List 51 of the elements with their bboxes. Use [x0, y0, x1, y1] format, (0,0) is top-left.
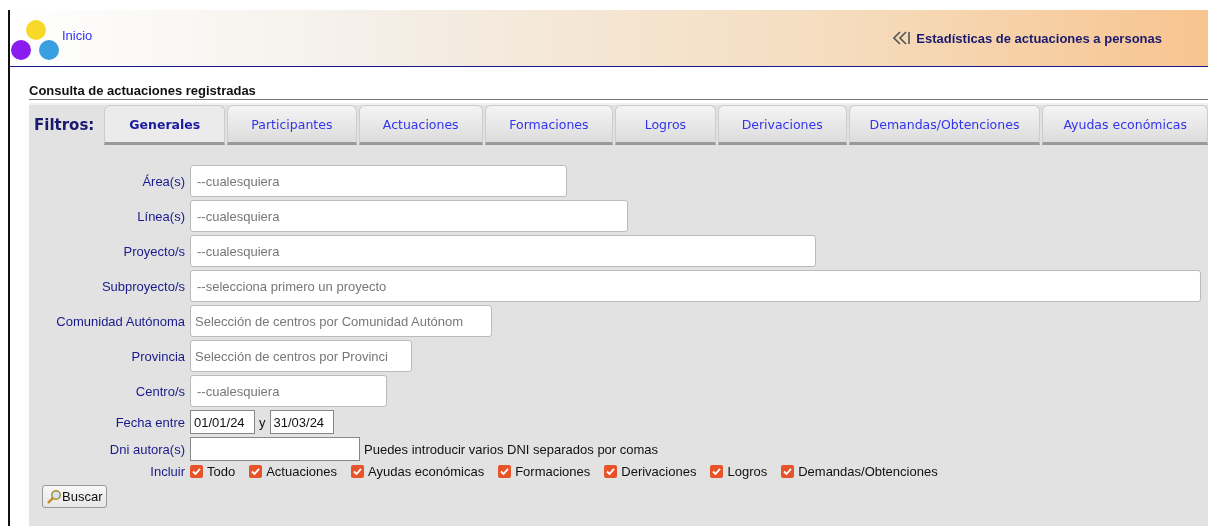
checkbox[interactable] — [190, 465, 203, 478]
checkbox-label: Ayudas económicas — [368, 464, 485, 479]
filter-tab[interactable]: Demandas/Obtenciones — [848, 105, 1041, 145]
filter-tab[interactable]: Generales — [104, 105, 226, 145]
magnifier-icon — [46, 488, 62, 505]
page-title: Consulta de actuaciones registradas — [29, 83, 1208, 100]
checkbox-label: Derivaciones — [621, 464, 697, 479]
filters-label: Filtros: — [33, 116, 96, 134]
filter-tab[interactable]: Actuaciones — [358, 105, 483, 145]
field-label: Área(s) — [141, 173, 185, 189]
hint-text: Puedes introducir varios DNI separados por comas — [364, 441, 659, 457]
input-field[interactable]: Selección de centros por Comunidad Autónom — [190, 305, 492, 337]
checkbox[interactable] — [249, 465, 263, 478]
select-field[interactable]: --cualesquiera — [190, 200, 628, 232]
checkbox-label: Actuaciones — [266, 464, 338, 479]
field-label: Subproyecto/s — [100, 278, 185, 294]
field-label: Dni autora(s) — [108, 441, 185, 457]
select-field[interactable]: --cualesquiera — [190, 165, 567, 197]
select-field[interactable]: --selecciona primero un proyecto — [190, 270, 1201, 302]
field-label: Incluir — [149, 464, 185, 479]
checkbox-label: Formaciones — [515, 464, 591, 479]
checkbox[interactable] — [351, 465, 365, 478]
checkbox[interactable] — [710, 465, 724, 478]
field-label: Proyecto/s — [122, 243, 185, 259]
checkbox-label: Demandas/Obtenciones — [798, 464, 938, 479]
checkbox-label: Logros — [727, 464, 768, 479]
statistics-link[interactable]: Estadísticas de actuaciones a personas — [893, 30, 1162, 46]
input-field[interactable]: Selección de centros por Provinci — [190, 340, 412, 372]
field-label: Fecha entre — [114, 414, 185, 430]
checkbox-label: Todo — [207, 464, 236, 479]
double-left-arrow-icon — [893, 31, 911, 45]
select-field[interactable]: --cualesquiera — [190, 375, 387, 407]
field-label: Provincia — [130, 348, 185, 364]
field-label: Comunidad Autónoma — [55, 313, 185, 329]
field-label: Centro/s — [134, 383, 185, 399]
filter-tab[interactable]: Logros — [615, 105, 716, 145]
date-field[interactable]: 01/01/24 — [190, 410, 255, 434]
checkbox[interactable] — [604, 465, 618, 478]
filter-tab[interactable]: Formaciones — [484, 105, 613, 145]
filter-tab[interactable]: Ayudas económicas — [1042, 105, 1208, 145]
select-field[interactable]: --cualesquiera — [190, 235, 816, 267]
search-button[interactable]: Buscar — [42, 485, 108, 508]
checkbox[interactable] — [781, 465, 795, 478]
field-label: Línea(s) — [136, 208, 185, 224]
separator-text: y — [259, 414, 266, 430]
filter-tab[interactable]: Derivaciones — [717, 105, 847, 145]
date-field[interactable]: 31/03/24 — [269, 410, 334, 434]
input-field[interactable] — [190, 437, 360, 461]
filter-tab[interactable]: Participantes — [227, 105, 357, 145]
home-link[interactable]: Inicio — [62, 28, 93, 43]
checkbox[interactable] — [498, 465, 512, 478]
